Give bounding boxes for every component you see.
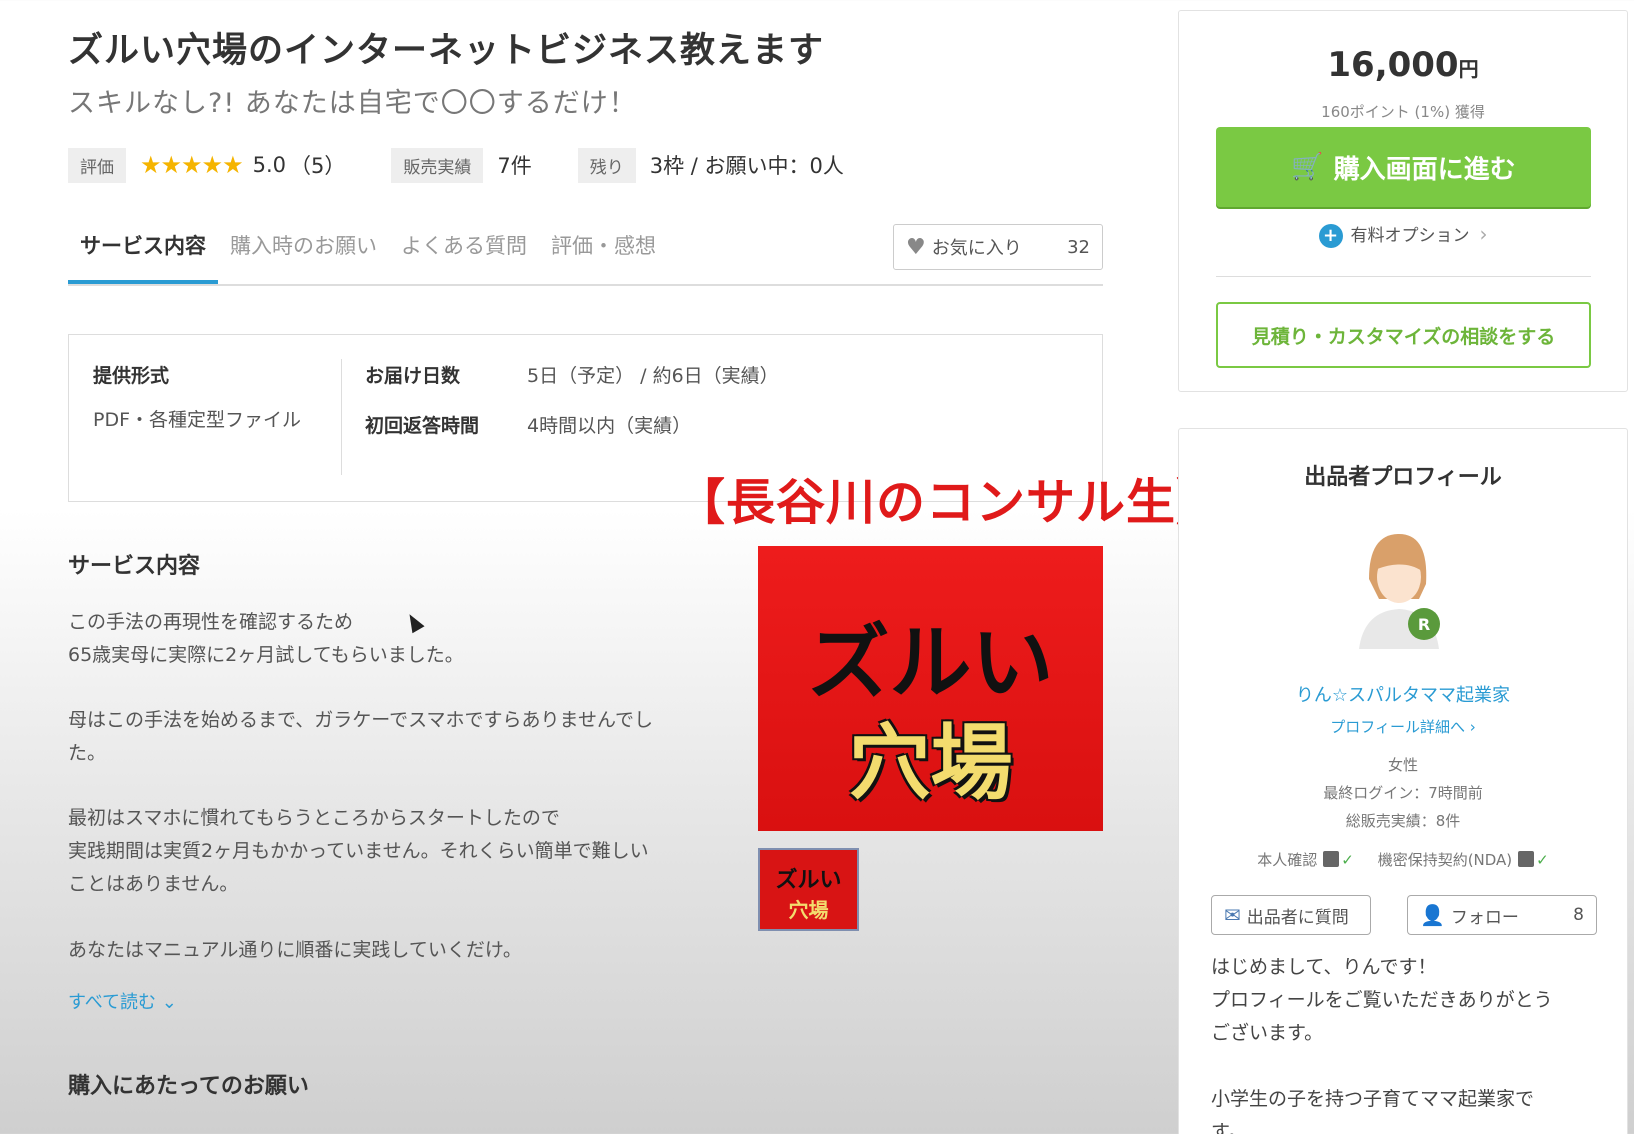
rating-value: 5.0: [252, 153, 286, 177]
notes-heading: 購入にあたってのお願い: [68, 1074, 309, 1099]
cart-icon: 🛒: [1291, 152, 1324, 182]
tab-service[interactable]: サービス内容: [68, 224, 218, 284]
delivery-value: 5日（予定） / 約6日（実績）: [527, 365, 779, 387]
nda-label: 機密保持契約(NDA): [1377, 851, 1513, 869]
service-paragraph-1: この手法の再現性を確認するため 65歳実母に実際に2ヶ月試してもらいました。: [68, 606, 718, 672]
svg-text:R: R: [1418, 615, 1430, 634]
format-value: PDF・各種定型ファイル: [93, 409, 302, 431]
seller-profile-card: 出品者プロフィール R りん☆スパルタママ起業家 プロフィール詳細へ › 女性 …: [1178, 428, 1628, 1134]
intro-line: ございます。: [1211, 1022, 1324, 1044]
identity-label: 本人確認: [1257, 851, 1318, 869]
price: 16,000円: [1179, 45, 1627, 85]
text-line: 母はこの手法を始めるまで、ガラケーでスマホですらありませんでし: [68, 709, 654, 731]
text-line: あなたはマニュアル通りに順番に実践していくだけ。: [68, 939, 522, 961]
mail-icon: ✉: [1224, 903, 1241, 927]
rating-label: 評価: [68, 147, 126, 183]
text-line: この手法の再現性を確認するため: [68, 611, 354, 633]
remaining-value: 3枠 / お願い中：0人: [649, 154, 844, 178]
intro-line: す。: [1211, 1121, 1248, 1134]
price-currency: 円: [1458, 57, 1479, 81]
paid-options-link[interactable]: + 有料オプション ›: [1179, 221, 1627, 248]
stats-bar: 評価 ★★★★★ 5.0 （5） 販売実績 7件 残り 3枠 / お願い中：0人: [68, 147, 1103, 183]
avatar[interactable]: R: [1344, 529, 1454, 649]
favorite-label: お気に入り: [931, 238, 1022, 259]
ask-seller-label: 出品者に質問: [1246, 907, 1349, 928]
info-divider: [341, 359, 342, 475]
intro-line: プロフィールをご覧いただきありがとう: [1211, 989, 1553, 1011]
plus-icon: +: [1318, 224, 1343, 248]
tab-bar: サービス内容 購入時のお願い よくある質問 評価・感想 ♥ お気に入り 32: [68, 224, 1103, 286]
text-line: 実践期間は実質2ヶ月もかかっていません。それくらい簡単で難しい: [68, 840, 649, 862]
follow-button[interactable]: 👤 フォロー 8: [1407, 895, 1597, 935]
thumbnail-selector[interactable]: ズルい 穴場: [758, 848, 859, 931]
ask-seller-button[interactable]: ✉ 出品者に質問: [1211, 895, 1371, 935]
page-subtitle: スキルなし?! あなたは自宅で〇〇するだけ！: [68, 88, 637, 119]
seller-gender: 女性: [1387, 756, 1418, 774]
check-icon: ✓: [1536, 851, 1549, 869]
page-title: ズルい穴場のインターネットビジネス教えます: [68, 31, 825, 71]
consult-button[interactable]: 見積り・カスタマイズの相談をする: [1216, 302, 1591, 368]
profile-detail-link[interactable]: プロフィール詳細へ ›: [1179, 716, 1627, 737]
service-heading: サービス内容: [68, 554, 201, 579]
seller-last-login: 最終ログイン：7時間前: [1323, 784, 1483, 802]
thumbnail-small-line-1: ズルい: [775, 868, 842, 893]
tab-faq[interactable]: よくある質問: [389, 224, 539, 284]
seller-name-link[interactable]: りん☆スパルタママ起業家: [1179, 681, 1627, 707]
tab-reviews[interactable]: 評価・感想: [539, 224, 668, 284]
delivery-label: お届け日数: [365, 365, 461, 387]
text-line: 65歳実母に実際に2ヶ月試してもらいました。: [68, 644, 464, 666]
seller-total-sales: 総販売実績：8件: [1345, 812, 1461, 830]
follow-count: 8: [1573, 905, 1584, 925]
price-value: 16,000: [1327, 45, 1459, 85]
buy-button[interactable]: 🛒 購入画面に進む: [1216, 127, 1591, 207]
main-content: ズルい穴場のインターネットビジネス教えます スキルなし?! あなたは自宅で〇〇す…: [68, 22, 1103, 502]
main-thumbnail[interactable]: ズルい 穴場: [758, 546, 1103, 831]
response-value: 4時間以内（実績）: [527, 415, 692, 437]
overlay-caption: 【長谷川のコンサル生】: [676, 474, 1227, 531]
favorite-button[interactable]: ♥ お気に入り 32: [893, 224, 1103, 270]
intro-line: はじめまして、りんです！: [1211, 956, 1437, 978]
format-label: 提供形式: [93, 365, 170, 387]
text-line: ことはありません。: [68, 873, 239, 895]
service-paragraph-3: 最初はスマホに慣れてもらうところからスタートしたので 実践期間は実質2ヶ月もかか…: [68, 802, 718, 901]
buy-label: 購入画面に進む: [1333, 154, 1516, 185]
points-earned: 160ポイント (1%) 獲得: [1321, 103, 1485, 121]
id-card-icon: [1323, 851, 1340, 867]
sales-value: 7件: [497, 154, 532, 178]
service-paragraph-4: あなたはマニュアル通りに順番に実践していくだけ。: [68, 934, 718, 967]
purchase-card: 16,000円 160ポイント (1%) 獲得 🛒 購入画面に進む + 有料オプシ…: [1178, 10, 1628, 392]
intro-spacer: [1211, 1050, 1601, 1083]
verification-row: 本人確認 ✓ 機密保持契約(NDA) ✓: [1179, 849, 1627, 870]
paid-options-label: 有料オプション: [1350, 226, 1470, 246]
thumbnail-small-line-2: 穴場: [788, 898, 829, 922]
add-user-icon: 👤: [1420, 903, 1445, 927]
response-label: 初回返答時間: [365, 415, 480, 437]
seller-intro: はじめまして、りんです！ プロフィールをご覧いただきありがとう ございます。 小…: [1211, 951, 1601, 1134]
read-more-link[interactable]: すべて読む ⌄: [68, 988, 177, 1014]
remaining-label: 残り: [577, 147, 636, 183]
tab-purchase-request[interactable]: 購入時のお願い: [218, 224, 389, 284]
rating-stars-icon: ★★★★★: [140, 151, 244, 179]
text-line: 最初はスマホに慣れてもらうところからスタートしたので: [68, 807, 560, 829]
chevron-right-icon: ›: [1479, 222, 1488, 246]
follow-label: フォロー: [1450, 907, 1519, 928]
favorite-count: 32: [1067, 236, 1090, 258]
document-icon: [1518, 851, 1535, 867]
thumbnail-line-2: 穴場: [848, 716, 1013, 811]
card-divider: [1216, 276, 1591, 277]
service-paragraph-2: 母はこの手法を始めるまで、ガラケーでスマホですらありませんでし た。: [68, 704, 718, 770]
rating-count[interactable]: （5）: [290, 150, 345, 180]
profile-heading: 出品者プロフィール: [1304, 465, 1502, 490]
check-icon: ✓: [1341, 851, 1354, 869]
sales-label: 販売実績: [391, 147, 484, 183]
text-line: た。: [68, 742, 107, 764]
intro-line: 小学生の子を持つ子育てママ起業家で: [1211, 1088, 1535, 1110]
heart-icon: ♥: [906, 234, 926, 260]
